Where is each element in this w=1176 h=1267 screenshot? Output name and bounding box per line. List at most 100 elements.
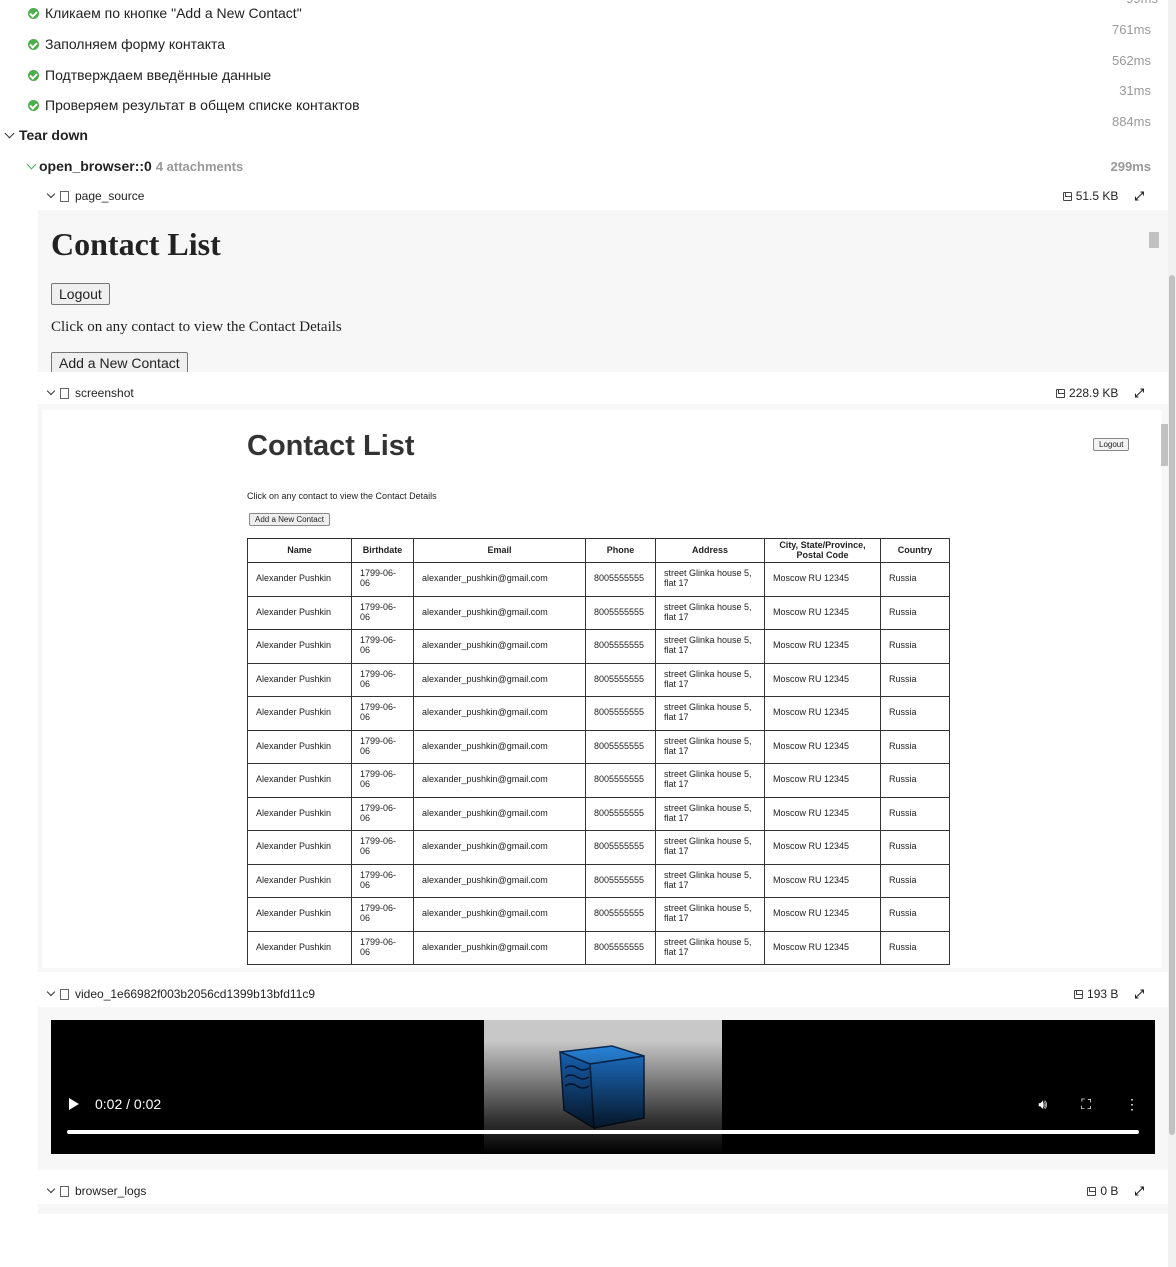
table-cell: street Glinka house 5, flat 17 [655,662,765,697]
attachment-header-video[interactable]: video_1e66982f003b2056cd1399b13bfd11c9 1… [46,985,1156,1003]
play-icon[interactable] [69,1098,79,1110]
column-header: Phone [585,538,656,563]
add-contact-button[interactable]: Add a New Contact [51,352,188,372]
table-row: Alexander Pushkin 1799-06-06 alexander_pus… [247,863,950,898]
chevron-down-icon [46,1184,56,1194]
table-cell: street Glinka house 5, flat 17 [655,729,765,764]
table-cell: street Glinka house 5, flat 17 [655,930,765,965]
table-cell: Moscow RU 12345 [764,763,881,798]
video-player[interactable]: 0:02 / 0:02 🔊︎ ⛶ ⋮ [51,1020,1155,1154]
table-cell: Russia [880,763,950,798]
table-cell: Russia [880,629,950,664]
logout-button[interactable]: Logout [51,283,110,305]
step-duration: 562ms [1111,53,1151,68]
table-cell: 1799-06-06 [351,729,414,764]
table-row: Alexander Pushkin 1799-06-06 alexander_pus… [247,562,950,597]
fixture-header[interactable]: open_browser::0 4 attachments [26,158,243,174]
table-row: Alexander Pushkin 1799-06-06 alexander_pus… [247,830,950,865]
table-row: Alexander Pushkin 1799-06-06 alexander_pus… [247,662,950,697]
video-time: 0:02 / 0:02 [95,1096,162,1112]
passed-check-icon [28,69,39,81]
table-cell: 8005555555 [585,830,656,865]
column-header: Country [880,538,950,563]
table-cell: alexander_pushkin@gmail.com [413,729,586,764]
video-progress-bar[interactable] [67,1130,1139,1134]
table-cell: 1799-06-06 [351,897,414,932]
chevron-down-icon [46,386,56,396]
table-cell: alexander_pushkin@gmail.com [413,897,586,932]
more-options-icon[interactable]: ⋮ [1125,1096,1139,1113]
table-cell: alexander_pushkin@gmail.com [413,830,586,865]
table-cell: alexander_pushkin@gmail.com [413,930,586,965]
table-cell: 1799-06-06 [351,696,414,731]
table-cell: 1799-06-06 [351,830,414,865]
section-title: Tear down [19,127,88,143]
table-cell: street Glinka house 5, flat 17 [655,629,765,664]
table-row: Alexander Pushkin 1799-06-06 alexander_pus… [247,897,950,932]
fullscreen-icon[interactable]: ⤢ [1134,1184,1144,1199]
table-row: Alexander Pushkin 1799-06-06 alexander_pus… [247,763,950,798]
chevron-down-icon [46,189,56,199]
table-cell: alexander_pushkin@gmail.com [413,696,586,731]
table-cell: 8005555555 [585,763,656,798]
fullscreen-icon[interactable]: ⤢ [1134,987,1144,1002]
attachment-size: 193 B [1087,987,1119,1001]
volume-icon[interactable]: 🔊︎ [1038,1096,1047,1113]
attachment-size: 0 B [1100,1184,1119,1198]
step-row[interactable]: Кликаем по кнопке "Add a New Contact" [28,5,302,21]
fixture-name: open_browser::0 [39,158,152,174]
table-cell: Alexander Pushkin [247,696,352,731]
passed-check-icon [28,7,39,19]
fullscreen-icon[interactable]: ⤢ [1134,189,1144,204]
table-cell: Russia [880,930,950,965]
column-header: City, State/Province, Postal Code [764,538,881,563]
table-cell: street Glinka house 5, flat 17 [655,796,765,831]
table-row: Alexander Pushkin 1799-06-06 alexander_pus… [247,595,950,630]
save-icon[interactable] [1062,191,1072,201]
save-icon[interactable] [1056,388,1066,398]
table-cell: alexander_pushkin@gmail.com [413,595,586,630]
attachment-header-page-source[interactable]: page_source 51.5 KB ⤢ [46,187,1156,205]
fixture-duration: 299ms [1110,159,1151,174]
contacts-table: Name Birthdate Email Phone Address City,… [247,538,950,965]
save-icon[interactable] [1087,1186,1097,1196]
page-title: Contact List [247,430,415,462]
table-cell: 8005555555 [585,595,656,630]
step-row[interactable]: Подтверждаем введённые данные [28,67,271,83]
save-icon[interactable] [1074,989,1084,999]
fullscreen-video-icon[interactable]: ⛶ [1081,1096,1091,1113]
attachment-header-screenshot[interactable]: screenshot 228.9 KB ⤢ [46,384,1156,402]
column-header: Name [247,538,352,563]
step-row[interactable]: Заполняем форму контакта [28,36,225,52]
table-cell: Moscow RU 12345 [764,729,881,764]
table-cell: 1799-06-06 [351,796,414,831]
browser-logs-preview [38,1204,1168,1214]
table-cell: alexander_pushkin@gmail.com [413,796,586,831]
table-cell: Russia [880,662,950,697]
allure-report-page: 99ms Кликаем по кнопке "Add a New Contac… [0,0,1176,1267]
chevron-down-icon [26,159,37,169]
preview-scrollbar[interactable] [1148,216,1160,366]
attachment-header-browser-logs[interactable]: browser_logs 0 B ⤢ [46,1182,1156,1200]
table-cell: Moscow RU 12345 [764,662,881,697]
tear-down-section-header[interactable]: Tear down [4,127,88,143]
step-row[interactable]: Проверяем результат в общем списке конта… [28,97,360,113]
text-file-icon [60,1185,69,1197]
chevron-down-icon [46,987,56,997]
table-row: Alexander Pushkin 1799-06-06 alexander_pus… [247,729,950,764]
table-cell: 1799-06-06 [351,763,414,798]
table-cell: Alexander Pushkin [247,830,352,865]
page-scrollbar[interactable] [1168,0,1176,1267]
table-cell: Moscow RU 12345 [764,863,881,898]
table-cell: Russia [880,830,950,865]
chevron-down-icon [4,128,15,138]
step-label: Кликаем по кнопке "Add a New Contact" [45,5,302,21]
table-cell: 8005555555 [585,796,656,831]
table-cell: street Glinka house 5, flat 17 [655,830,765,865]
fullscreen-icon[interactable]: ⤢ [1134,386,1144,401]
hint-text: Click on any contact to view the Contact… [51,319,342,335]
table-cell: street Glinka house 5, flat 17 [655,562,765,597]
table-cell: street Glinka house 5, flat 17 [655,897,765,932]
attachment-name: browser_logs [75,1184,147,1198]
table-cell: 8005555555 [585,897,656,932]
